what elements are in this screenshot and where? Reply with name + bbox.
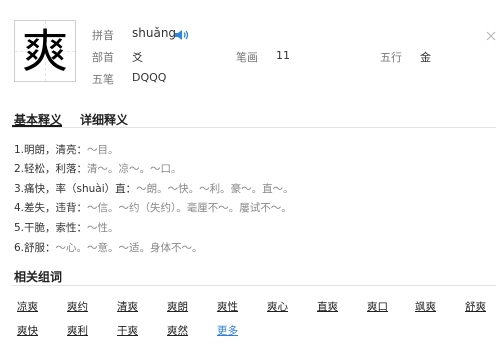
definition-examples: ～朗。～快。～利。豪～。直～。	[136, 183, 294, 195]
definition-head: 5.干脆，索性：	[14, 222, 88, 234]
definition-item: 2.轻松，利落：清～。凉～。～口。	[14, 161, 182, 176]
definition-head: 4.差失，违背：	[14, 202, 88, 214]
related-word-link[interactable]: 清爽	[117, 299, 138, 314]
definition-examples: ～性。	[87, 222, 119, 234]
related-word-link[interactable]: 爽心	[267, 299, 288, 314]
pinyin-value: shuǎng	[132, 26, 177, 40]
related-word-link[interactable]: 飒爽	[415, 299, 436, 314]
tab-detailed-definition[interactable]: 详细释义	[80, 111, 128, 128]
related-word-link[interactable]: 爽快	[17, 323, 38, 338]
related-divider	[12, 285, 496, 286]
character-box: 爽	[14, 20, 76, 82]
definition-item: 4.差失，违背：～信。～约（失约）。毫厘不～。屡试不～。	[14, 200, 292, 215]
definition-item: 6.舒服：～心。～意。～适。身体不～。	[14, 240, 203, 255]
related-word-link[interactable]: 爽利	[67, 323, 88, 338]
definition-examples: 清～。凉～。～口。	[87, 163, 182, 175]
related-word-link[interactable]: 干爽	[117, 323, 138, 338]
related-word-link[interactable]: 直爽	[317, 299, 338, 314]
wuxing-value: 金	[420, 51, 431, 64]
definition-item: 1.明朗，清亮：～目。	[14, 142, 119, 157]
definition-examples: ～目。	[87, 144, 119, 156]
close-icon[interactable]	[486, 26, 496, 41]
definition-item: 3.痛快，率（shuài）直：～朗。～快。～利。豪～。直～。	[14, 181, 294, 196]
definition-head: 3.痛快，率（shuài）直：	[14, 183, 137, 195]
definition-head: 2.轻松，利落：	[14, 163, 88, 175]
related-word-link[interactable]: 舒爽	[465, 299, 486, 314]
wubi-value: DQQQ	[132, 71, 167, 84]
strokes-label: 笔画	[236, 51, 258, 64]
definition-head: 1.明朗，清亮：	[14, 144, 88, 156]
related-word-link[interactable]: 爽性	[217, 299, 238, 314]
related-word-link[interactable]: 爽约	[67, 299, 88, 314]
related-word-link[interactable]: 爽朗	[167, 299, 188, 314]
strokes-value: 11	[276, 49, 290, 62]
speaker-icon[interactable]	[174, 26, 190, 40]
more-words-link[interactable]: 更多	[217, 323, 238, 338]
wubi-label: 五笔	[92, 73, 114, 86]
related-words-title: 相关组词	[14, 270, 63, 284]
tab-basic-definition[interactable]: 基本释义	[14, 111, 62, 128]
character-glyph: 爽	[22, 24, 68, 78]
definition-item: 5.干脆，索性：～性。	[14, 220, 119, 235]
definition-examples: ～心。～意。～适。身体不～。	[55, 242, 203, 254]
radical-label: 部首	[92, 51, 114, 64]
related-word-link[interactable]: 凉爽	[17, 299, 38, 314]
related-word-link[interactable]: 爽然	[167, 323, 188, 338]
pinyin-label: 拼音	[92, 29, 114, 42]
related-word-link[interactable]: 爽口	[367, 299, 388, 314]
wuxing-label: 五行	[380, 51, 402, 64]
definition-head: 6.舒服：	[14, 242, 56, 254]
definition-examples: ～信。～约（失约）。毫厘不～。屡试不～。	[87, 202, 292, 214]
radical-value: 爻	[132, 51, 143, 64]
